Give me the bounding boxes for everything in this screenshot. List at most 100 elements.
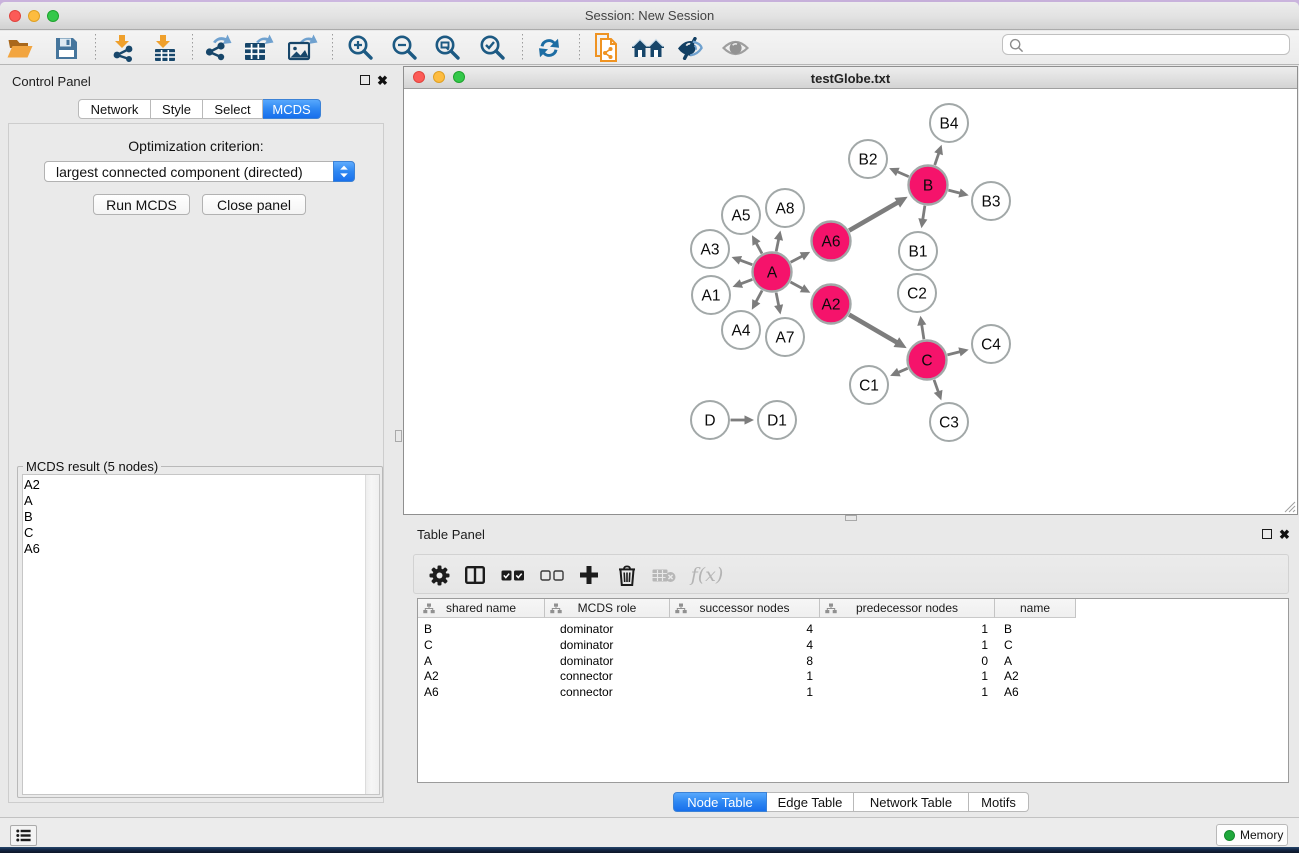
edge-C-C3[interactable] [934,380,938,393]
cell-name[interactable]: A6 [995,685,1076,701]
edge-B-B2[interactable] [897,172,909,177]
column-header-shared-name[interactable]: shared name [418,599,545,618]
edge-B-B3[interactable] [948,190,960,193]
graph-node-C1[interactable]: C1 [850,366,888,404]
tab-motifs[interactable]: Motifs [969,792,1029,812]
hide-selected-button[interactable] [672,32,708,64]
graph-node-C4[interactable]: C4 [972,325,1010,363]
edge-A-A7[interactable] [776,293,779,307]
edge-A-A3[interactable] [740,260,753,265]
graph-node-C3[interactable]: C3 [930,403,968,441]
close-panel-button[interactable]: Close panel [202,194,306,215]
cell-name[interactable]: A2 [995,669,1076,685]
result-item[interactable]: A6 [23,541,379,557]
table-function-builder-button[interactable]: f(x) [686,555,728,595]
graph-node-A5[interactable]: A5 [722,196,760,234]
result-item[interactable]: C [23,525,379,541]
table-panel-float-button[interactable] [1262,529,1272,539]
edge-A-A5[interactable] [756,243,762,254]
zoom-in-button[interactable] [342,32,378,64]
graph-node-B[interactable]: B [909,166,948,205]
search-input[interactable] [1027,36,1285,53]
graph-node-A3[interactable]: A3 [691,230,729,268]
table-row-B[interactable]: Bdominator41B [418,622,1076,638]
edge-C-C1[interactable] [898,368,908,372]
cell-MCDS-role[interactable]: dominator [545,654,670,670]
cell-successor-nodes[interactable]: 4 [670,638,820,654]
graph-node-C2[interactable]: C2 [898,274,936,312]
save-session-button[interactable] [48,32,84,64]
table-row-A6[interactable]: A6connector11A6 [418,685,1076,701]
table-deselect-all-button[interactable] [535,555,569,595]
graph-node-C[interactable]: C [908,341,947,380]
edge-A2-C[interactable] [849,315,897,343]
table-delete-column-button[interactable] [610,555,644,595]
graph-node-B3[interactable]: B3 [972,182,1010,220]
clone-network-button[interactable] [588,32,624,64]
task-history-button[interactable] [10,825,37,846]
table-add-column-button[interactable] [572,555,606,595]
graph-node-D[interactable]: D [691,401,729,439]
edge-B-B1[interactable] [923,206,925,220]
first-neighbors-button[interactable] [630,32,666,64]
import-table-button[interactable] [147,32,183,64]
zoom-selected-button[interactable] [474,32,510,64]
run-mcds-button[interactable]: Run MCDS [93,194,190,215]
edge-A6-B[interactable] [849,202,898,230]
tab-network[interactable]: Network [78,99,151,119]
cell-shared-name[interactable]: A [418,654,545,670]
network-canvas[interactable]: AA6A2BCA5A8A3A1A4A7B4B2B3B1C2C4C1C3DD1 [404,89,1297,514]
memory-button[interactable]: Memory [1216,824,1288,846]
cell-predecessor-nodes[interactable]: 1 [820,685,995,701]
control-panel-float-button[interactable] [360,75,370,85]
cell-successor-nodes[interactable]: 1 [670,685,820,701]
open-file-button[interactable] [2,32,38,64]
tab-network-table[interactable]: Network Table [854,792,969,812]
export-image-button[interactable] [285,32,321,64]
cell-MCDS-role[interactable]: connector [545,685,670,701]
cell-name[interactable]: A [995,654,1076,670]
edge-A-A4[interactable] [756,291,762,303]
cell-name[interactable]: C [995,638,1076,654]
graph-node-B4[interactable]: B4 [930,104,968,142]
result-item[interactable]: A [23,493,379,509]
cell-MCDS-role[interactable]: dominator [545,622,670,638]
graph-node-D1[interactable]: D1 [758,401,796,439]
cell-successor-nodes[interactable]: 8 [670,654,820,670]
tab-node-table[interactable]: Node Table [673,792,767,812]
graph-node-A7[interactable]: A7 [766,318,804,356]
graph-node-B1[interactable]: B1 [899,232,937,270]
table-delete-table-button[interactable] [647,555,681,595]
zoom-out-button[interactable] [386,32,422,64]
cell-predecessor-nodes[interactable]: 1 [820,669,995,685]
tab-style[interactable]: Style [151,99,203,119]
tab-mcds[interactable]: MCDS [263,99,321,119]
result-item[interactable]: A2 [23,477,379,493]
cell-MCDS-role[interactable]: dominator [545,638,670,654]
edge-A-A6[interactable] [791,256,803,262]
table-row-A2[interactable]: A2connector11A2 [418,669,1076,685]
zoom-fit-button[interactable] [429,32,465,64]
edge-A-A2[interactable] [790,282,802,289]
export-network-button[interactable] [201,32,237,64]
cell-shared-name[interactable]: B [418,622,545,638]
export-table-button[interactable] [241,32,277,64]
horizontal-splitter-handle[interactable] [845,515,857,521]
table-select-all-button[interactable] [496,555,530,595]
cell-predecessor-nodes[interactable]: 1 [820,638,995,654]
column-header-successor-nodes[interactable]: successor nodes [670,599,820,618]
graph-node-A[interactable]: A [753,253,792,292]
cell-MCDS-role[interactable]: connector [545,669,670,685]
tab-select[interactable]: Select [203,99,263,119]
graph-node-A1[interactable]: A1 [692,276,730,314]
table-split-columns-button[interactable] [458,555,492,595]
table-row-C[interactable]: Cdominator41C [418,638,1076,654]
column-header-MCDS-role[interactable]: MCDS role [545,599,670,618]
result-item[interactable]: B [23,509,379,525]
tab-edge-table[interactable]: Edge Table [767,792,854,812]
graph-node-A4[interactable]: A4 [722,311,760,349]
edge-C-C2[interactable] [922,324,924,339]
cell-successor-nodes[interactable]: 1 [670,669,820,685]
vertical-splitter-handle[interactable] [395,430,402,442]
result-list-scrollbar[interactable] [365,475,379,794]
